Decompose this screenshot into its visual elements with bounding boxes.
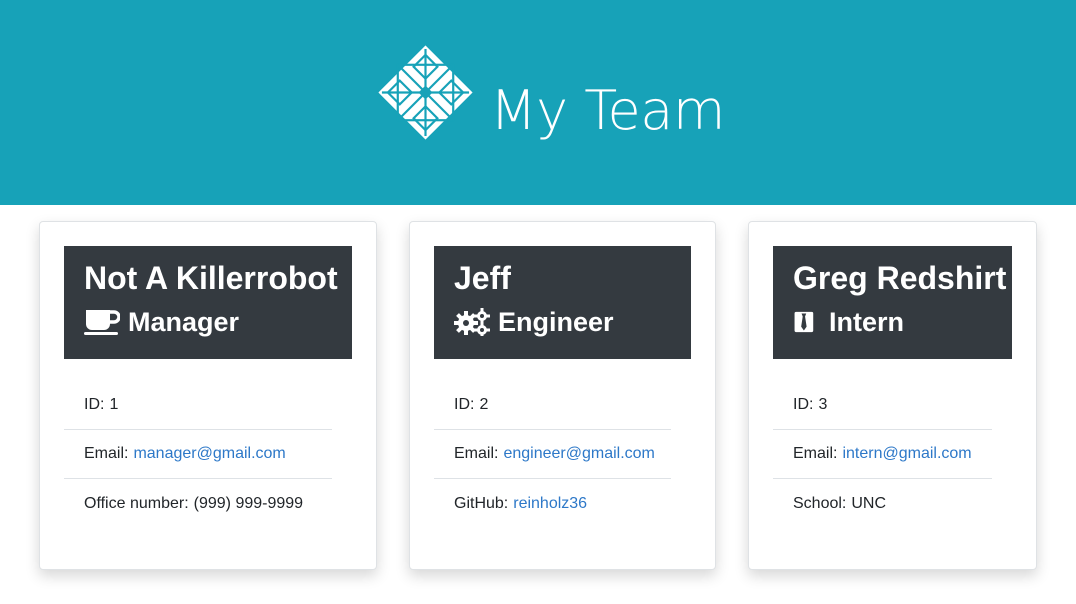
id-label: ID: — [454, 396, 475, 413]
list-item-email: Email: manager@gmail.com — [64, 430, 332, 479]
page-header: My Team — [0, 0, 1076, 205]
employee-name: Greg Redshirt — [793, 260, 1007, 296]
coffee-mug-icon — [84, 310, 120, 335]
employee-role: Manager — [84, 308, 239, 336]
employee-name: Not A Killerrobot — [84, 260, 338, 296]
office-number-value: (999) 999-9999 — [193, 494, 304, 512]
id-value: 2 — [479, 396, 489, 413]
employee-info-list: ID: 2 Email: engineer@gmail.com GitHub: … — [434, 381, 671, 528]
email-link[interactable]: engineer@gmail.com — [503, 445, 654, 463]
role-label: Engineer — [498, 306, 614, 337]
school-label: School: — [793, 494, 847, 512]
role-label: Intern — [829, 306, 905, 337]
employee-card-engineer: Jeff Engineer ID: 2 Email: engineer@gmai… — [409, 221, 716, 570]
employee-name: Jeff — [454, 260, 511, 296]
centos-logo-icon — [376, 43, 475, 142]
office-number-label: Office number: — [84, 494, 189, 512]
list-item-id: ID: 3 — [773, 381, 992, 430]
employee-role: Intern — [793, 308, 904, 336]
necktie-icon — [794, 311, 814, 333]
employee-role: Engineer — [454, 308, 614, 336]
card-header: Jeff Engineer — [434, 246, 691, 359]
list-item-id: ID: 1 — [64, 381, 332, 430]
list-item-school: School: UNC — [773, 479, 992, 528]
card-header: Not A Killerrobot Manager — [64, 246, 352, 359]
school-value: UNC — [851, 494, 887, 512]
github-label: GitHub: — [454, 494, 509, 512]
card-header: Greg Redshirt Intern — [773, 246, 1012, 359]
page-title: My Team — [490, 79, 725, 142]
list-item-office-number: Office number: (999) 999-9999 — [64, 479, 332, 528]
email-link[interactable]: manager@gmail.com — [133, 445, 285, 463]
employee-info-list: ID: 3 Email: intern@gmail.com School: UN… — [773, 381, 992, 528]
role-label: Manager — [128, 306, 240, 337]
email-link[interactable]: intern@gmail.com — [842, 445, 971, 463]
list-item-email: Email: engineer@gmail.com — [434, 430, 671, 479]
email-label: Email: — [454, 445, 499, 462]
id-value: 1 — [109, 396, 119, 413]
id-label: ID: — [84, 396, 105, 413]
id-value: 3 — [818, 396, 828, 413]
gears-icon — [454, 308, 490, 336]
list-item-id: ID: 2 — [434, 381, 671, 430]
list-item-github: GitHub: reinholz36 — [434, 479, 671, 528]
id-label: ID: — [793, 396, 814, 413]
employee-card-manager: Not A Killerrobot Manager ID: 1 Email: m… — [39, 221, 377, 570]
employee-card-intern: Greg Redshirt Intern ID: 3 Email: intern… — [748, 221, 1037, 570]
email-label: Email: — [84, 445, 129, 462]
github-link[interactable]: reinholz36 — [513, 495, 587, 513]
email-label: Email: — [793, 445, 838, 462]
employee-info-list: ID: 1 Email: manager@gmail.com Office nu… — [64, 381, 332, 528]
list-item-email: Email: intern@gmail.com — [773, 430, 992, 479]
